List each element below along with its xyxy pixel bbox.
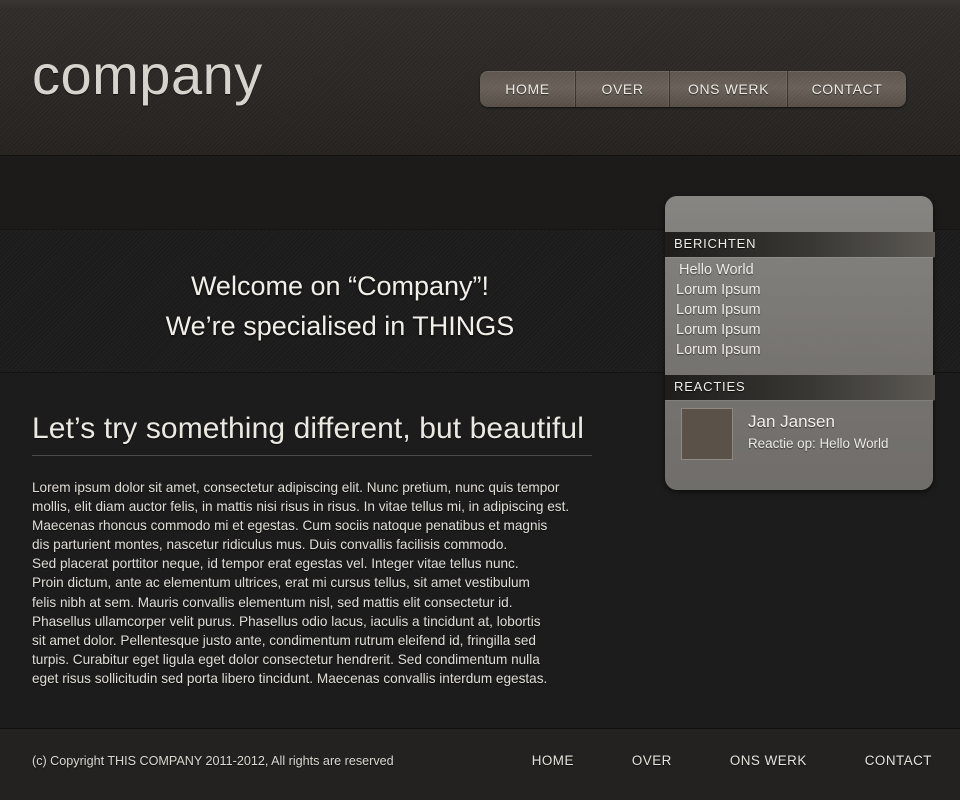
nav-item-home[interactable]: HOME [480,71,576,107]
avatar [681,408,733,460]
site-logo[interactable]: company [32,46,263,104]
page-root: company HOME OVER ONS WERK CONTACT Welco… [0,0,960,800]
nav-item-ons-werk[interactable]: ONS WERK [670,71,788,107]
reactie-author: Jan Jansen [748,412,835,431]
site-footer: (c) Copyright THIS COMPANY 2011-2012, Al… [0,728,960,800]
article-body: Lorem ipsum dolor sit amet, consectetur … [32,480,570,686]
article-title: Let’s try something different, but beaut… [32,412,592,456]
berichten-list: Hello World Lorum Ipsum Lorum Ipsum Loru… [665,260,933,360]
main-navigation: HOME OVER ONS WERK CONTACT [480,71,906,107]
welcome-banner-text: Welcome on “Company”! We’re specialised … [0,266,680,346]
berichten-header-bar: BERICHTEN [665,232,935,257]
berichten-header-label: BERICHTEN [674,236,757,251]
reactie-subject: Reactie op: Hello World [748,436,889,451]
reactie-text: Jan Jansen Reactie op: Hello World [748,408,888,453]
top-accent-strip [0,0,960,8]
list-item[interactable]: Lorum Ipsum [665,280,933,300]
list-item[interactable]: Hello World [665,260,933,280]
site-header: company HOME OVER ONS WERK CONTACT [0,8,960,156]
sidebar-panel: BERICHTEN Hello World Lorum Ipsum Lorum … [665,196,935,490]
footer-link-over[interactable]: OVER [632,753,672,768]
reacties-header-label: REACTIES [674,379,746,394]
list-item[interactable]: Lorum Ipsum [665,300,933,320]
footer-link-home[interactable]: HOME [532,753,574,768]
nav-item-contact[interactable]: CONTACT [788,71,906,107]
reacties-header-bar: REACTIES [665,375,935,400]
nav-item-over[interactable]: OVER [576,71,670,107]
welcome-line-1: Welcome on “Company”! [190,271,490,301]
welcome-line-2: We’re specialised in THINGS [165,311,515,341]
reactie-entry[interactable]: Jan Jansen Reactie op: Hello World [665,408,933,460]
footer-link-ons-werk[interactable]: ONS WERK [730,753,807,768]
footer-navigation: HOME OVER ONS WERK CONTACT [532,753,932,768]
copyright-text: (c) Copyright THIS COMPANY 2011-2012, Al… [32,754,394,768]
list-item[interactable]: Lorum Ipsum [665,340,933,360]
footer-link-contact[interactable]: CONTACT [865,753,932,768]
list-item[interactable]: Lorum Ipsum [665,320,933,340]
